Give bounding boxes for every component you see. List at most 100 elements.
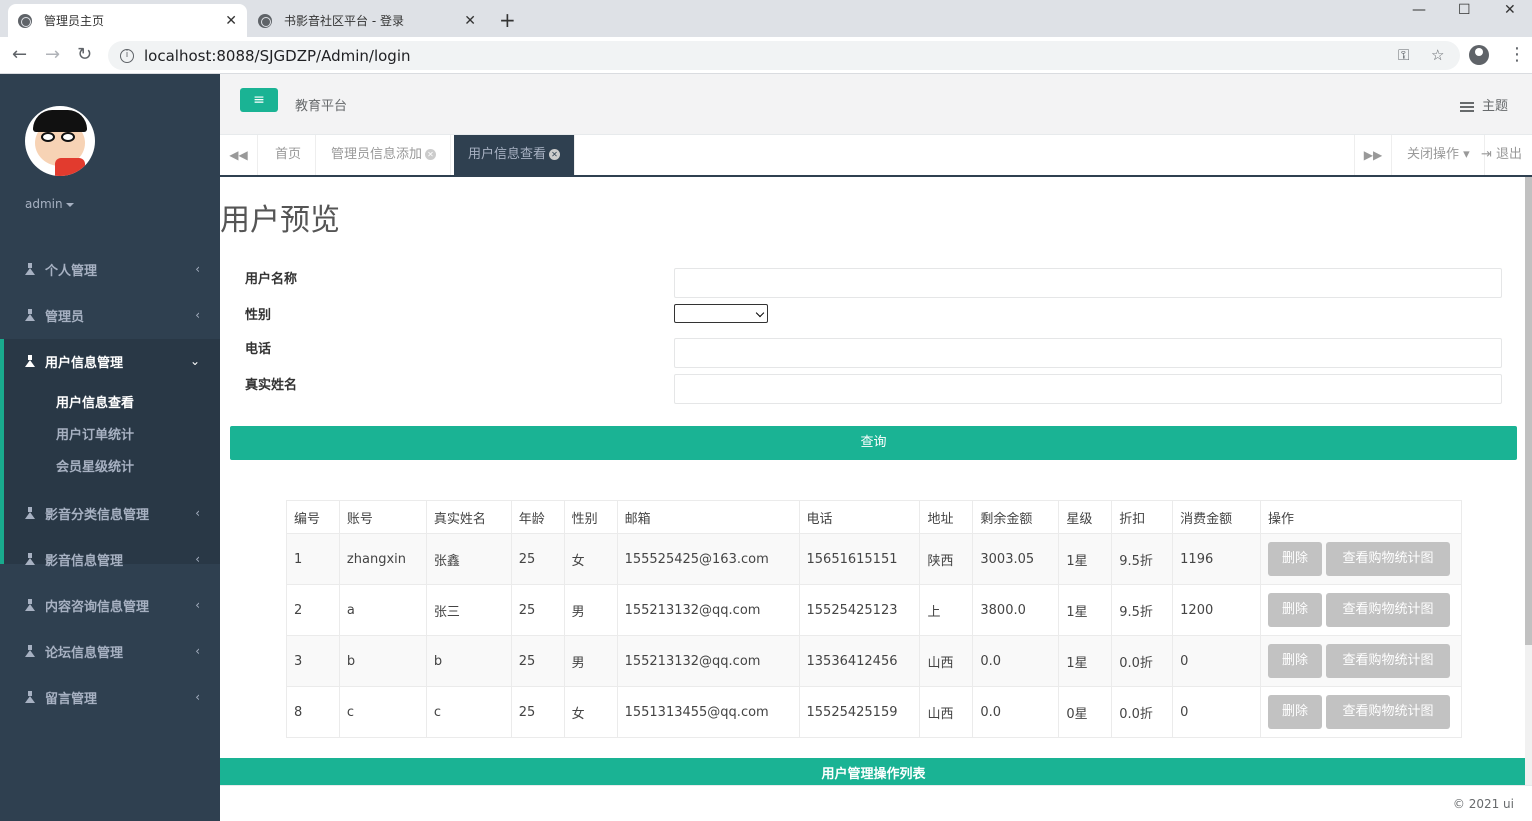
sidebar-item-label: 内容咨询信息管理 bbox=[45, 599, 150, 615]
table-cell: 山西 bbox=[919, 635, 974, 687]
gender-label: 性别 bbox=[245, 308, 272, 323]
column-header: 邮箱 bbox=[616, 500, 800, 534]
browser-menu-icon[interactable]: ⋮ bbox=[1508, 44, 1526, 65]
sidebar-item-user-info[interactable]: 用户信息管理 ⌄ bbox=[0, 338, 220, 384]
chevron-down-icon: ⌄ bbox=[189, 354, 200, 368]
tabs-prev-button[interactable]: ◀◀ bbox=[220, 135, 258, 175]
reload-icon[interactable]: ↻ bbox=[77, 44, 92, 65]
table-cell: 0 bbox=[1172, 686, 1262, 738]
avatar[interactable] bbox=[25, 106, 95, 176]
table-cell: 9.5折 bbox=[1111, 584, 1174, 636]
delete-button[interactable]: 删除 bbox=[1268, 644, 1323, 678]
username-dropdown[interactable]: admin bbox=[25, 197, 74, 211]
tabs-next-button[interactable]: ▶▶ bbox=[1354, 135, 1392, 175]
table-cell: b bbox=[425, 635, 512, 687]
close-ops-dropdown[interactable]: 关闭操作 ▾ bbox=[1393, 135, 1485, 175]
table-cell: 女 bbox=[563, 686, 618, 738]
flask-icon bbox=[25, 553, 35, 565]
url-field[interactable]: i localhost:8088/SJGDZP/Admin/login bbox=[108, 41, 1460, 70]
delete-button[interactable]: 删除 bbox=[1268, 695, 1323, 729]
table-cell: 男 bbox=[563, 584, 618, 636]
close-circle-icon[interactable]: ✕ bbox=[549, 149, 561, 160]
actions-cell: 删除 查看购物统计图 bbox=[1260, 584, 1462, 636]
browser-tab-admin-home[interactable]: 管理员主页 ✕ bbox=[8, 4, 247, 37]
view-chart-button[interactable]: 查看购物统计图 bbox=[1326, 593, 1451, 627]
submenu-member-stars[interactable]: 会员星级统计 bbox=[56, 456, 134, 475]
close-circle-icon[interactable]: ✕ bbox=[425, 149, 437, 160]
sidebar-item-forum[interactable]: 论坛信息管理 ‹ bbox=[0, 628, 220, 674]
theme-label: 主题 bbox=[1481, 99, 1508, 114]
page-title: 用户预览 bbox=[220, 203, 340, 238]
window-close-button[interactable]: ✕ bbox=[1504, 2, 1516, 18]
info-icon[interactable]: i bbox=[120, 48, 134, 63]
sidebar-item-messages[interactable]: 留言管理 ‹ bbox=[0, 674, 220, 720]
table-cell: 15525425159 bbox=[798, 686, 921, 738]
sidebar-item-label: 影音分类信息管理 bbox=[45, 507, 150, 523]
brand-text: 教育平台 bbox=[295, 99, 348, 114]
actions-cell: 删除 查看购物统计图 bbox=[1260, 635, 1462, 687]
sidebar-item-personal[interactable]: 个人管理 ‹ bbox=[0, 246, 220, 292]
submenu-user-view[interactable]: 用户信息查看 bbox=[56, 392, 134, 411]
browser-tab-login[interactable]: 书影音社区平台 - 登录 ✕ bbox=[248, 4, 486, 37]
view-chart-button[interactable]: 查看购物统计图 bbox=[1326, 644, 1451, 678]
realname-input[interactable] bbox=[674, 374, 1502, 404]
table-cell: 陕西 bbox=[919, 533, 974, 585]
sidebar-item-consult[interactable]: 内容咨询信息管理 ‹ bbox=[0, 582, 220, 628]
table-cell: 女 bbox=[563, 533, 618, 585]
column-header: 星级 bbox=[1058, 500, 1113, 534]
theme-button[interactable]: 主题 bbox=[1459, 95, 1508, 114]
close-tab-icon[interactable]: ✕ bbox=[464, 13, 476, 29]
tab-admin-add[interactable]: 管理员信息添加 ✕ bbox=[317, 135, 452, 175]
flask-icon bbox=[25, 355, 35, 367]
chevron-left-icon: ‹ bbox=[195, 644, 200, 658]
close-tab-icon[interactable]: ✕ bbox=[225, 13, 237, 29]
delete-button[interactable]: 删除 bbox=[1268, 542, 1323, 576]
table-cell: 0.0折 bbox=[1111, 686, 1174, 738]
submenu-user-orders[interactable]: 用户订单统计 bbox=[56, 424, 134, 443]
chevron-left-icon: ‹ bbox=[195, 506, 200, 520]
table-cell: 25 bbox=[510, 533, 565, 585]
scrollbar[interactable] bbox=[1525, 177, 1532, 785]
browser-tab-bar: 管理员主页 ✕ 书影音社区平台 - 登录 ✕ + — ☐ ✕ bbox=[0, 0, 1532, 37]
sidebar-item-media-category[interactable]: 影音分类信息管理 ‹ bbox=[0, 490, 220, 536]
table-row: 8 c c 25 女 1551313455@qq.com 15525425159 山西 0.0 0… bbox=[286, 686, 1462, 738]
star-icon[interactable]: ☆ bbox=[1431, 46, 1444, 64]
list-icon bbox=[1459, 101, 1474, 112]
logout-button[interactable]: ⇥ 退出 bbox=[1473, 135, 1530, 175]
sidebar-item-admin[interactable]: 管理员 ‹ bbox=[0, 292, 220, 338]
gender-select[interactable] bbox=[674, 304, 768, 323]
delete-button[interactable]: 删除 bbox=[1268, 593, 1323, 627]
table-cell: 上 bbox=[919, 584, 974, 636]
sidebar-item-label: 留言管理 bbox=[45, 691, 98, 707]
profile-icon[interactable] bbox=[1469, 45, 1489, 65]
view-chart-button[interactable]: 查看购物统计图 bbox=[1326, 542, 1451, 576]
table-cell: 25 bbox=[510, 686, 565, 738]
username-input[interactable] bbox=[674, 268, 1502, 298]
query-button[interactable]: 查询 bbox=[230, 426, 1517, 460]
sidebar: admin 个人管理 ‹ 管理员 ‹ 用户信息管理 ⌄ 用户信息查看 用户订单统… bbox=[0, 74, 220, 821]
table-cell: 2 bbox=[286, 584, 340, 636]
table-cell: 0.0 bbox=[972, 686, 1060, 738]
phone-input[interactable] bbox=[674, 338, 1502, 368]
chevron-left-icon: ‹ bbox=[195, 308, 200, 322]
key-icon[interactable]: ⚿ bbox=[1398, 46, 1409, 64]
forward-icon[interactable]: → bbox=[45, 44, 60, 65]
table-cell: 0星 bbox=[1058, 686, 1113, 738]
view-chart-button[interactable]: 查看购物统计图 bbox=[1326, 695, 1451, 729]
sidebar-item-label: 用户信息管理 bbox=[45, 355, 124, 371]
actions-cell: 删除 查看购物统计图 bbox=[1260, 686, 1462, 738]
minimize-button[interactable]: — bbox=[1412, 2, 1426, 18]
new-tab-button[interactable]: + bbox=[499, 8, 516, 32]
menu-toggle-button[interactable]: ≡ bbox=[240, 88, 278, 112]
table-cell: 张三 bbox=[425, 584, 512, 636]
sidebar-item-media[interactable]: 影音信息管理 ‹ bbox=[0, 536, 220, 582]
table-cell: 0 bbox=[1172, 635, 1262, 687]
operations-list-bar[interactable]: 用户管理操作列表 bbox=[220, 758, 1527, 785]
column-header: 操作 bbox=[1260, 500, 1462, 534]
tab-user-view[interactable]: 用户信息查看 ✕ bbox=[454, 135, 576, 175]
column-header: 编号 bbox=[286, 500, 340, 534]
maximize-button[interactable]: ☐ bbox=[1458, 2, 1471, 18]
scrollbar-thumb[interactable] bbox=[1525, 177, 1532, 645]
tab-home[interactable]: 首页 bbox=[261, 135, 317, 175]
back-icon[interactable]: ← bbox=[12, 44, 27, 65]
